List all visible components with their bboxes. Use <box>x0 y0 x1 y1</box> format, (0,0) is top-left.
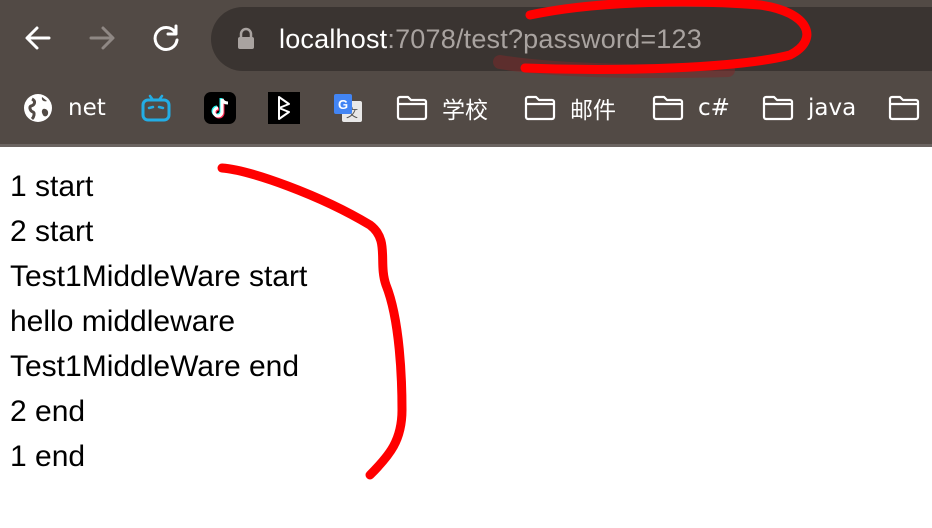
globe-icon <box>22 92 54 124</box>
forward-button[interactable] <box>83 19 121 57</box>
folder-icon <box>888 92 920 124</box>
output-line: Test1MiddleWare end <box>10 350 300 383</box>
toolbar-divider <box>0 144 932 147</box>
output-line: 2 end <box>10 395 86 428</box>
tiktok-icon <box>204 92 236 124</box>
page-content: 1 start 2 start Test1MiddleWare start he… <box>10 164 307 479</box>
folder-icon <box>524 92 556 124</box>
svg-text:G: G <box>338 97 348 112</box>
app-logo-icon <box>268 92 300 124</box>
output-line: 1 end <box>10 440 86 473</box>
bookmark-google-translate[interactable]: 文 G <box>332 78 364 138</box>
folder-icon <box>396 92 428 124</box>
reload-button[interactable] <box>147 19 185 57</box>
bookmark-app[interactable] <box>268 78 300 138</box>
reload-icon <box>153 24 179 51</box>
arrow-right-icon <box>89 26 115 50</box>
output-line: Test1MiddleWare start <box>10 260 308 293</box>
bilibili-icon <box>140 92 172 124</box>
bookmark-label: 邮件 <box>570 98 616 124</box>
bookmark-label: java <box>808 95 857 121</box>
address-url[interactable]: localhost:7078/test?password=123 <box>279 21 702 57</box>
url-host: localhost <box>279 24 388 54</box>
bookmark-folder-mail[interactable]: 邮件 <box>524 78 616 138</box>
output-line: 1 start <box>10 170 94 203</box>
bookmark-folder-csharp[interactable]: c# <box>652 78 730 138</box>
bookmark-bilibili[interactable] <box>140 78 172 138</box>
output-line: hello middleware <box>10 305 236 338</box>
folder-icon <box>652 92 684 124</box>
bookmark-label: c# <box>698 95 730 121</box>
browser-toolbar: localhost:7078/test?password=123 <box>0 0 932 78</box>
bookmark-net[interactable]: net <box>22 78 106 138</box>
bookmarks-bar: net 文 G 学校 邮件 c# java <box>0 78 932 144</box>
bookmark-folder-more[interactable] <box>888 78 920 138</box>
bookmark-folder-school[interactable]: 学校 <box>396 78 488 138</box>
folder-icon <box>762 92 794 124</box>
output-line: 2 start <box>10 215 94 248</box>
back-button[interactable] <box>19 19 57 57</box>
bookmark-tiktok[interactable] <box>204 78 236 138</box>
lock-icon[interactable] <box>235 27 257 51</box>
bookmark-label: net <box>68 95 106 121</box>
arrow-left-icon <box>25 26 51 50</box>
google-translate-icon: 文 G <box>332 92 364 124</box>
bookmark-folder-java[interactable]: java <box>762 78 856 138</box>
bookmark-label: 学校 <box>442 98 488 124</box>
browser-window: localhost:7078/test?password=123 net 文 G… <box>0 0 932 528</box>
address-bar[interactable]: localhost:7078/test?password=123 <box>211 7 932 71</box>
url-path-query: :7078/test?password=123 <box>387 24 702 54</box>
